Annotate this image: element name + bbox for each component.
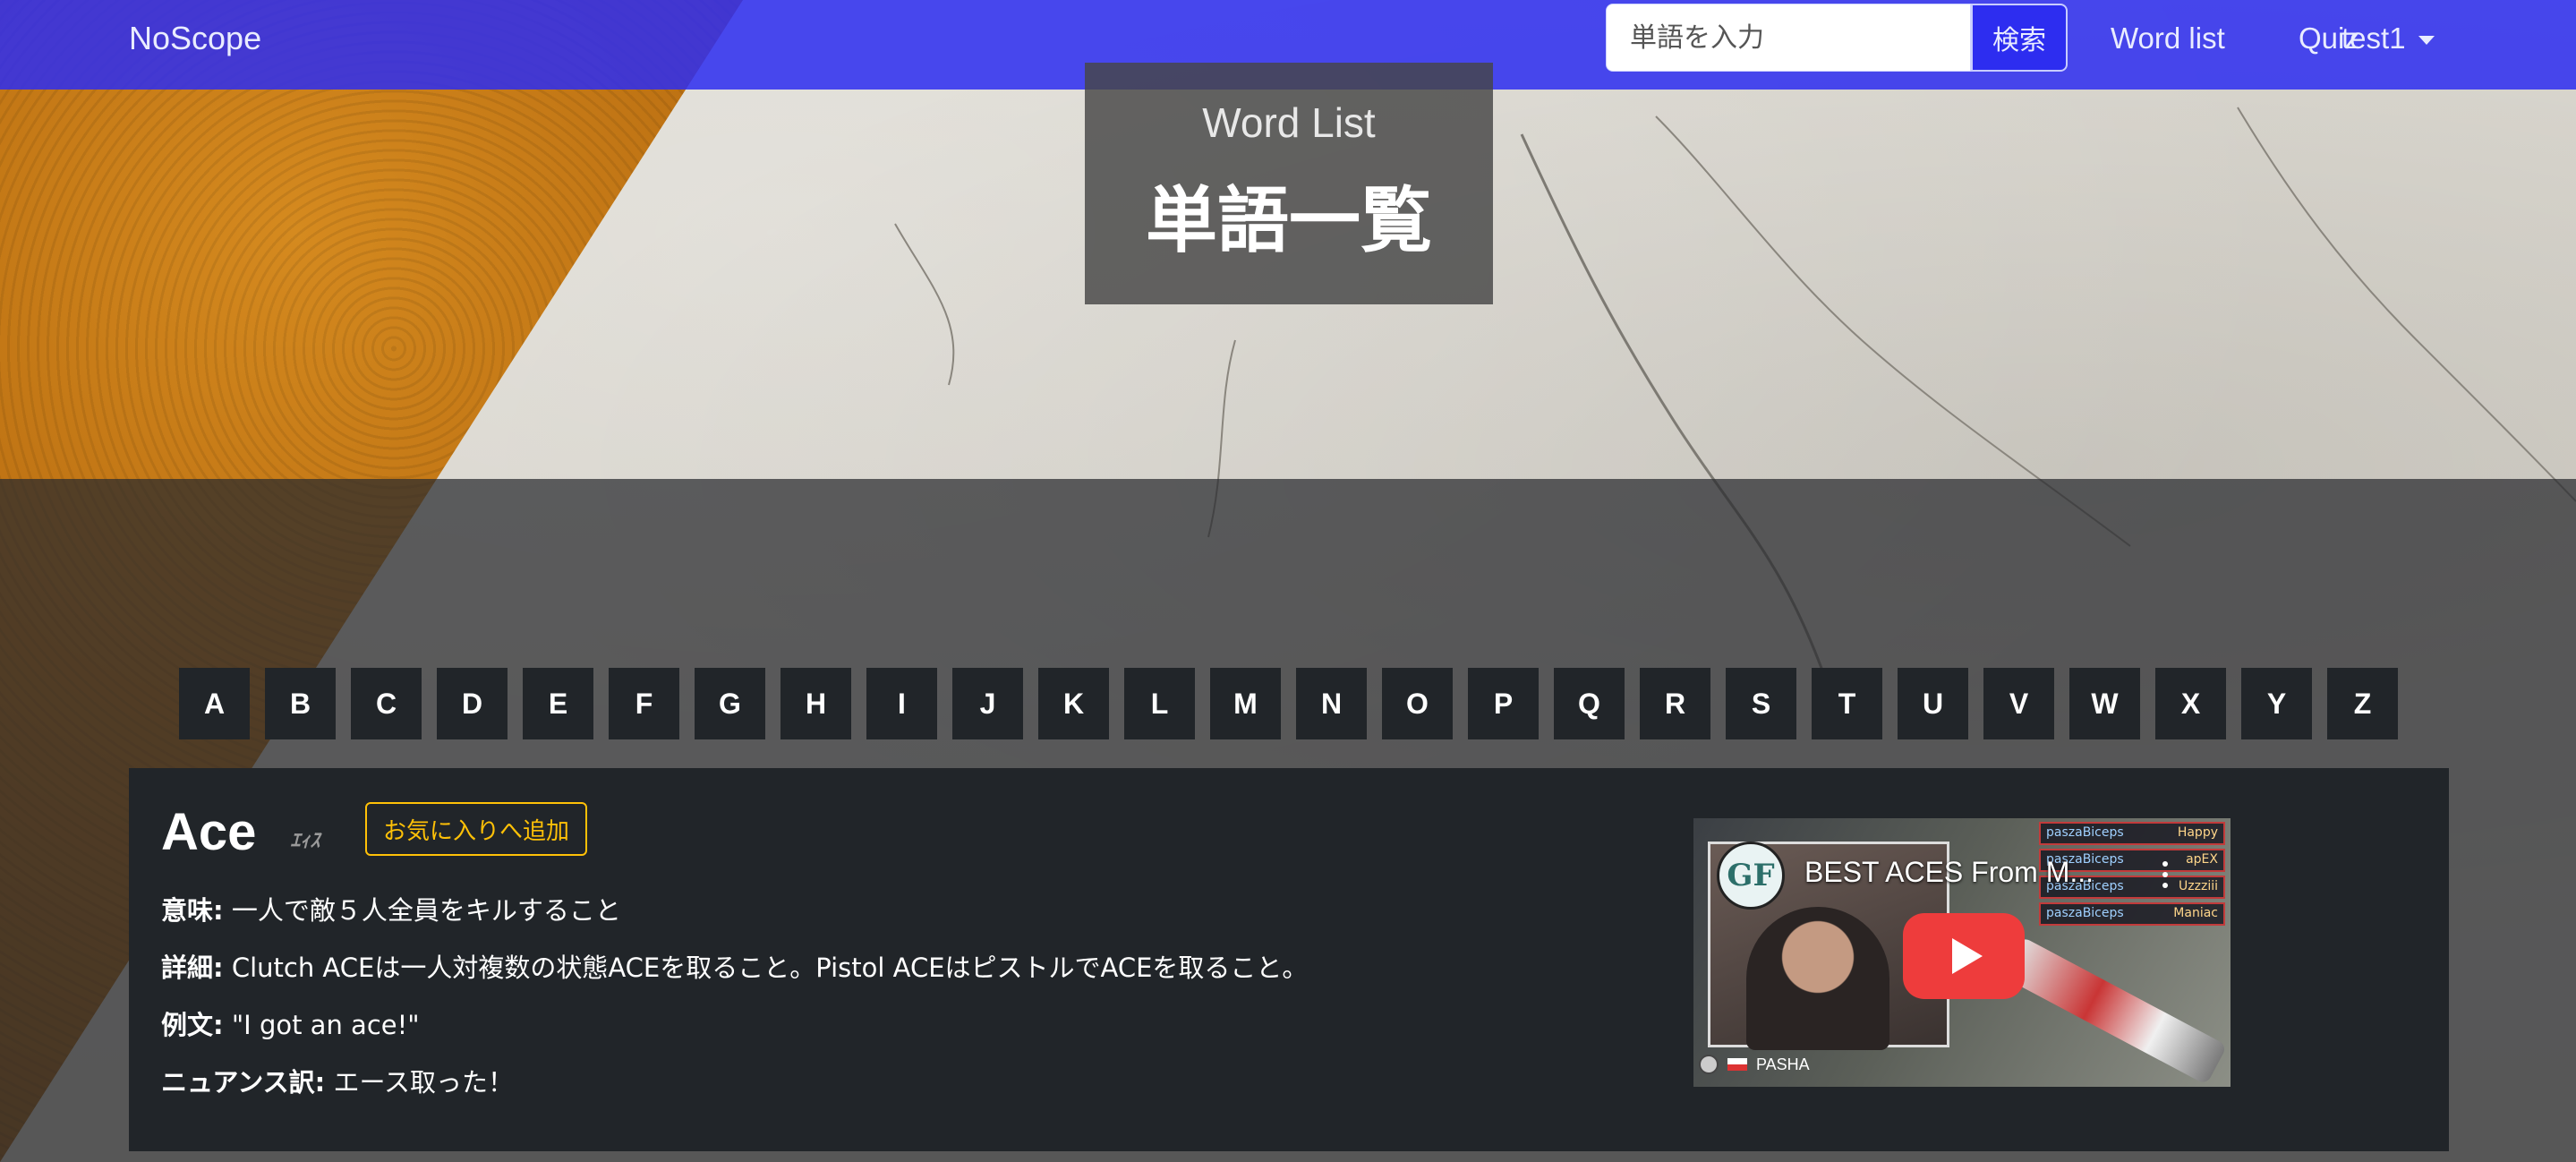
letter-filter-w[interactable]: W (2069, 668, 2140, 739)
user-dropdown[interactable]: test1 (2341, 21, 2435, 56)
video-footer: PASHA (1699, 1055, 1810, 1074)
letter-filter-h[interactable]: H (780, 668, 851, 739)
word-meaning: 意味: 一人で敵５人全員をキルすること (161, 890, 621, 927)
letter-filter-g[interactable]: G (695, 668, 765, 739)
letter-filter-e[interactable]: E (523, 668, 593, 739)
letter-filter-v[interactable]: V (1983, 668, 2054, 739)
letter-filter-c[interactable]: C (351, 668, 422, 739)
letter-filter-f[interactable]: F (609, 668, 679, 739)
word-nuance: ニュアンス訳: エース取った！ (161, 1062, 514, 1099)
letter-filter-o[interactable]: O (1382, 668, 1453, 739)
nuance-text: エース取った！ (333, 1067, 515, 1098)
flag-icon (1727, 1058, 1747, 1071)
video-thumbnail-person (1746, 907, 1889, 1050)
letter-filter-d[interactable]: D (437, 668, 508, 739)
detail-text: Clutch ACEは一人対複数の状態ACEを取ること。Pistol ACEはピ… (231, 953, 1309, 983)
killfeed-victim: Maniac (2173, 906, 2218, 920)
letter-filter-x[interactable]: X (2155, 668, 2226, 739)
brand-logo[interactable]: NoScope (129, 20, 261, 57)
killfeed-victim: Happy (2177, 825, 2218, 840)
search-form: 検索 (1606, 4, 2068, 72)
word-header: Ace ｴｨｽ (161, 802, 320, 862)
letter-filter-l[interactable]: L (1124, 668, 1195, 739)
detail-label: 詳細: (161, 953, 224, 983)
chevron-down-icon (2418, 36, 2435, 45)
letter-filter-i[interactable]: I (866, 668, 937, 739)
killfeed-player: paszaBiceps (2046, 906, 2124, 920)
letter-filter-z[interactable]: Z (2327, 668, 2398, 739)
youtube-embed[interactable]: paszaBiceps Happy paszaBiceps apEX paszaBice… (1693, 818, 2231, 1087)
letter-filter-n[interactable]: N (1296, 668, 1367, 739)
letter-filter-t[interactable]: T (1812, 668, 1882, 739)
example-text: "I got an ace!" (231, 1010, 420, 1040)
meaning-label: 意味: (161, 895, 224, 926)
letter-filter-r[interactable]: R (1640, 668, 1710, 739)
killfeed-victim: Uzzziii (2179, 879, 2218, 893)
word-detail: 詳細: Clutch ACEは一人対複数の状態ACEを取ること。Pistol A… (161, 947, 1308, 985)
play-icon[interactable] (1903, 913, 2025, 999)
word-example: 例文: "I got an ace!" (161, 1004, 420, 1042)
more-options-icon[interactable] (2161, 861, 2170, 888)
letter-filter-s[interactable]: S (1726, 668, 1796, 739)
letter-filter-p[interactable]: P (1468, 668, 1539, 739)
page-title-box: Word List 単語一覧 (1085, 63, 1493, 304)
rifle-graphic (2000, 936, 2228, 1086)
letter-filter-m[interactable]: M (1210, 668, 1281, 739)
word-card: Ace ｴｨｽ お気に入りへ追加 意味: 一人で敵５人全員をキルすること 詳細:… (129, 768, 2449, 1151)
search-button[interactable]: 検索 (1971, 4, 2068, 72)
user-name: test1 (2341, 21, 2406, 55)
word-term: Ace (161, 803, 257, 861)
letter-filter-b[interactable]: B (265, 668, 336, 739)
search-input[interactable] (1606, 4, 1971, 72)
letter-filter-k[interactable]: K (1038, 668, 1109, 739)
letter-filter-u[interactable]: U (1898, 668, 1968, 739)
letter-filter-j[interactable]: J (952, 668, 1023, 739)
page-title-en: Word List (1202, 99, 1376, 146)
channel-logo[interactable]: GF (1717, 842, 1785, 910)
page-title-ja: 単語一覧 (1146, 179, 1432, 262)
letter-filter-a[interactable]: A (179, 668, 250, 739)
nav-word-list-link[interactable]: Word list (2111, 21, 2225, 56)
video-footer-name: PASHA (1756, 1055, 1810, 1073)
nuance-label: ニュアンス訳: (161, 1067, 326, 1098)
killfeed-row: paszaBiceps Happy (2039, 822, 2225, 845)
add-favorite-button[interactable]: お気に入りへ追加 (365, 802, 588, 856)
killfeed-victim: apEX (2186, 852, 2218, 867)
word-reading: ｴｨｽ (290, 830, 320, 852)
alphabet-filter: ABCDEFGHIJKLMNOPQRSTUVWXYZ (179, 668, 2398, 739)
letter-filter-y[interactable]: Y (2241, 668, 2312, 739)
killfeed-row: paszaBiceps Maniac (2039, 902, 2225, 926)
meaning-text: 一人で敵５人全員をキルすること (231, 895, 621, 926)
killfeed-player: paszaBiceps (2046, 825, 2124, 840)
letter-filter-q[interactable]: Q (1554, 668, 1625, 739)
video-title[interactable]: BEST ACES From M... (1804, 856, 2094, 889)
example-label: 例文: (161, 1010, 224, 1040)
globe-icon (1699, 1055, 1719, 1074)
